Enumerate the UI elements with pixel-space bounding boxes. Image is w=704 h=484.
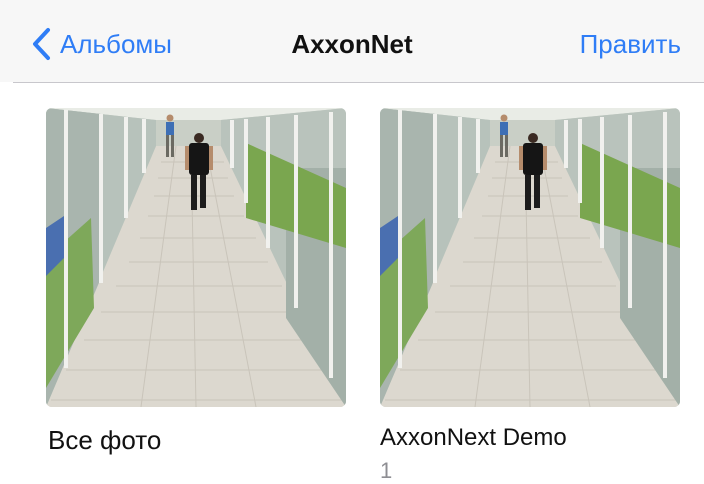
back-button[interactable]: Альбомы [30, 24, 172, 64]
album-all-photos[interactable]: Все фото [46, 108, 346, 455]
album-title: Все фото [48, 425, 162, 455]
album-photo-count: 1 [380, 458, 393, 483]
edit-button[interactable]: Править [580, 24, 681, 64]
album-thumbnail[interactable] [380, 108, 680, 407]
album-axxonnext-demo[interactable]: AxxonNext Demo 1 [380, 108, 680, 483]
navbar-divider [13, 82, 704, 83]
chevron-left-icon [33, 28, 50, 60]
navigation-bar: Альбомы AxxonNet Править [0, 0, 704, 82]
album-thumbnail[interactable] [46, 108, 346, 407]
album-title: AxxonNext Demo [380, 424, 567, 451]
back-button-label: Альбомы [60, 28, 172, 59]
